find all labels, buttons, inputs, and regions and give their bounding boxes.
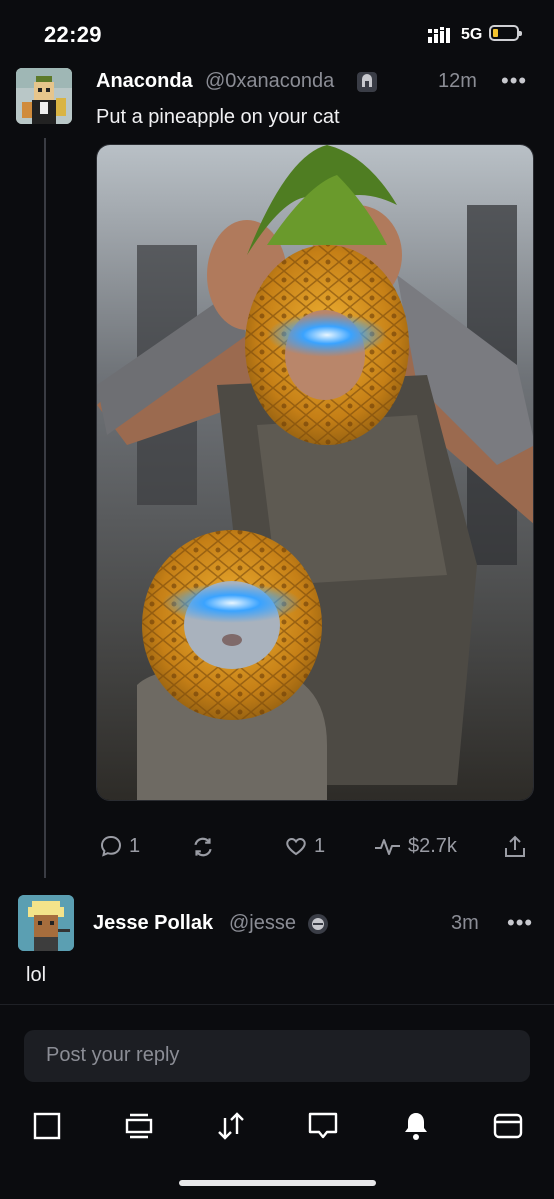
home-icon[interactable] — [31, 1110, 63, 1142]
reply-author-avatar[interactable] — [18, 895, 74, 951]
messages-icon[interactable] — [307, 1110, 339, 1142]
thread-line — [44, 138, 46, 878]
share-icon — [505, 835, 525, 857]
status-bar: 22:29 5G — [0, 0, 554, 64]
reply-action[interactable]: 1 — [99, 834, 140, 858]
activity-icon — [375, 839, 400, 855]
comment-icon — [100, 835, 122, 857]
divider — [0, 1004, 554, 1005]
author-handle[interactable]: @0xanaconda — [205, 70, 334, 93]
recast-action[interactable] — [190, 834, 216, 860]
recast-icon — [194, 837, 212, 857]
share-action[interactable] — [503, 834, 527, 860]
more-options-button[interactable]: ••• — [501, 68, 527, 94]
home-indicator[interactable] — [179, 1180, 376, 1186]
status-time: 22:29 — [44, 22, 102, 47]
reply-input[interactable]: Post your reply — [24, 1030, 530, 1082]
cellular-signal-icon — [428, 27, 450, 43]
app-screen: 22:29 5G Anaconda @0xanaconda 12m ••• Pu… — [0, 0, 554, 1199]
post-time: 12m — [438, 70, 477, 92]
battery-level — [493, 29, 498, 37]
tab-bar — [0, 1100, 554, 1156]
channel-badge-icon[interactable] — [308, 914, 328, 934]
notifications-icon[interactable] — [400, 1110, 432, 1142]
tips-amount: $2.7k — [408, 834, 457, 857]
channel-badge-icon[interactable] — [357, 72, 377, 92]
author-name[interactable]: Anaconda — [96, 70, 193, 93]
reply-count: 1 — [129, 834, 141, 857]
reply-time: 3m — [451, 912, 479, 934]
wallet-icon[interactable] — [492, 1110, 524, 1142]
network-type: 5G — [461, 26, 483, 43]
reply-more-options-button[interactable]: ••• — [507, 910, 533, 936]
post-image[interactable] — [96, 144, 534, 801]
post-text: Put a pineapple on your cat — [96, 106, 340, 128]
reply-author-name[interactable]: Jesse Pollak — [93, 912, 213, 935]
like-count: 1 — [314, 834, 326, 857]
tips-action[interactable]: $2.7k — [374, 834, 457, 858]
like-action[interactable]: 1 — [284, 834, 325, 858]
reply-author-handle[interactable]: @jesse — [229, 912, 296, 935]
swap-icon[interactable] — [215, 1110, 247, 1142]
reply-text: lol — [26, 964, 47, 986]
reply-input-placeholder: Post your reply — [46, 1044, 180, 1066]
author-avatar[interactable] — [16, 68, 72, 124]
heart-icon — [286, 837, 306, 856]
feed-icon[interactable] — [123, 1110, 155, 1142]
battery-icon — [489, 25, 522, 41]
